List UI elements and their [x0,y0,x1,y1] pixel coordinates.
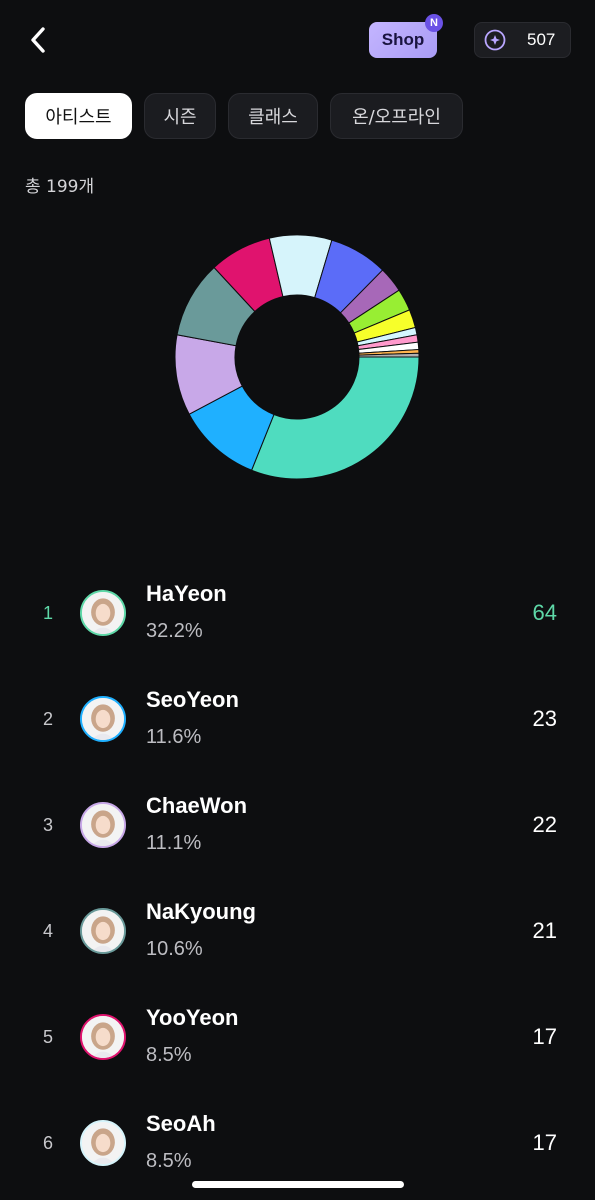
rank-number: 2 [42,709,53,729]
tab-class[interactable]: 클래스 [228,93,318,139]
artist-count: 17 [532,1024,557,1049]
filter-tabs: 아티스트 시즌 클래스 온/오프라인 [25,93,463,139]
chevron-left-icon [31,27,45,53]
portrait-icon [82,1016,124,1058]
avatar [80,1014,126,1060]
points-value: 507 [527,30,556,49]
avatar [80,802,126,848]
new-badge: N [425,14,443,32]
portrait-icon [82,592,124,634]
artist-percent: 32.2% [146,620,203,642]
artist-name: SeoYeon [146,687,239,712]
ranking-list: 1 HaYeon 32.2% 64 2 SeoYeon 11.6% 23 3 C… [0,560,595,1196]
portrait-icon [82,910,124,952]
donut-slice-1[interactable] [250,356,420,480]
compass-icon [484,29,506,51]
ranking-row[interactable]: 5 YooYeon 8.5% 17 [0,984,595,1090]
rank-number: 5 [42,1027,53,1047]
artist-count: 17 [532,1130,557,1155]
artist-count: 23 [532,706,557,731]
donut-chart [174,234,420,480]
back-button[interactable] [22,22,54,58]
artist-percent: 8.5% [146,1044,192,1066]
artist-percent: 11.1% [146,832,202,854]
artist-count: 64 [532,600,557,625]
top-bar: Shop N 507 [0,0,595,80]
rank-number: 3 [42,815,53,835]
avatar [80,1120,126,1166]
artist-percent: 8.5% [146,1150,192,1172]
rank-number: 6 [42,1133,53,1153]
artist-count: 21 [532,918,557,943]
artist-percent: 11.6% [146,726,202,748]
avatar [80,590,126,636]
artist-name: HaYeon [146,581,227,606]
tab-artist[interactable]: 아티스트 [25,93,132,139]
avatar [80,696,126,742]
artist-count: 22 [532,812,557,837]
portrait-icon [82,804,124,846]
avatar [80,908,126,954]
rank-number: 4 [42,921,53,941]
home-indicator [192,1181,404,1188]
ranking-row[interactable]: 1 HaYeon 32.2% 64 [0,560,595,666]
artist-name: ChaeWon [146,793,248,818]
tab-online-offline[interactable]: 온/오프라인 [330,93,463,139]
ranking-row[interactable]: 3 ChaeWon 11.1% 22 [0,772,595,878]
artist-name: NaKyoung [146,899,256,924]
tab-season[interactable]: 시즌 [144,93,216,139]
points-display[interactable]: 507 [474,22,571,58]
artist-name: SeoAh [146,1111,216,1136]
ranking-row[interactable]: 2 SeoYeon 11.6% 23 [0,666,595,772]
artist-percent: 10.6% [146,938,203,960]
shop-label: Shop [381,30,425,49]
portrait-icon [82,698,124,740]
ranking-row[interactable]: 4 NaKyoung 10.6% 21 [0,878,595,984]
artist-name: YooYeon [146,1005,239,1030]
total-count: 총 199개 [25,177,95,197]
portrait-icon [82,1122,124,1164]
rank-number: 1 [42,603,53,623]
